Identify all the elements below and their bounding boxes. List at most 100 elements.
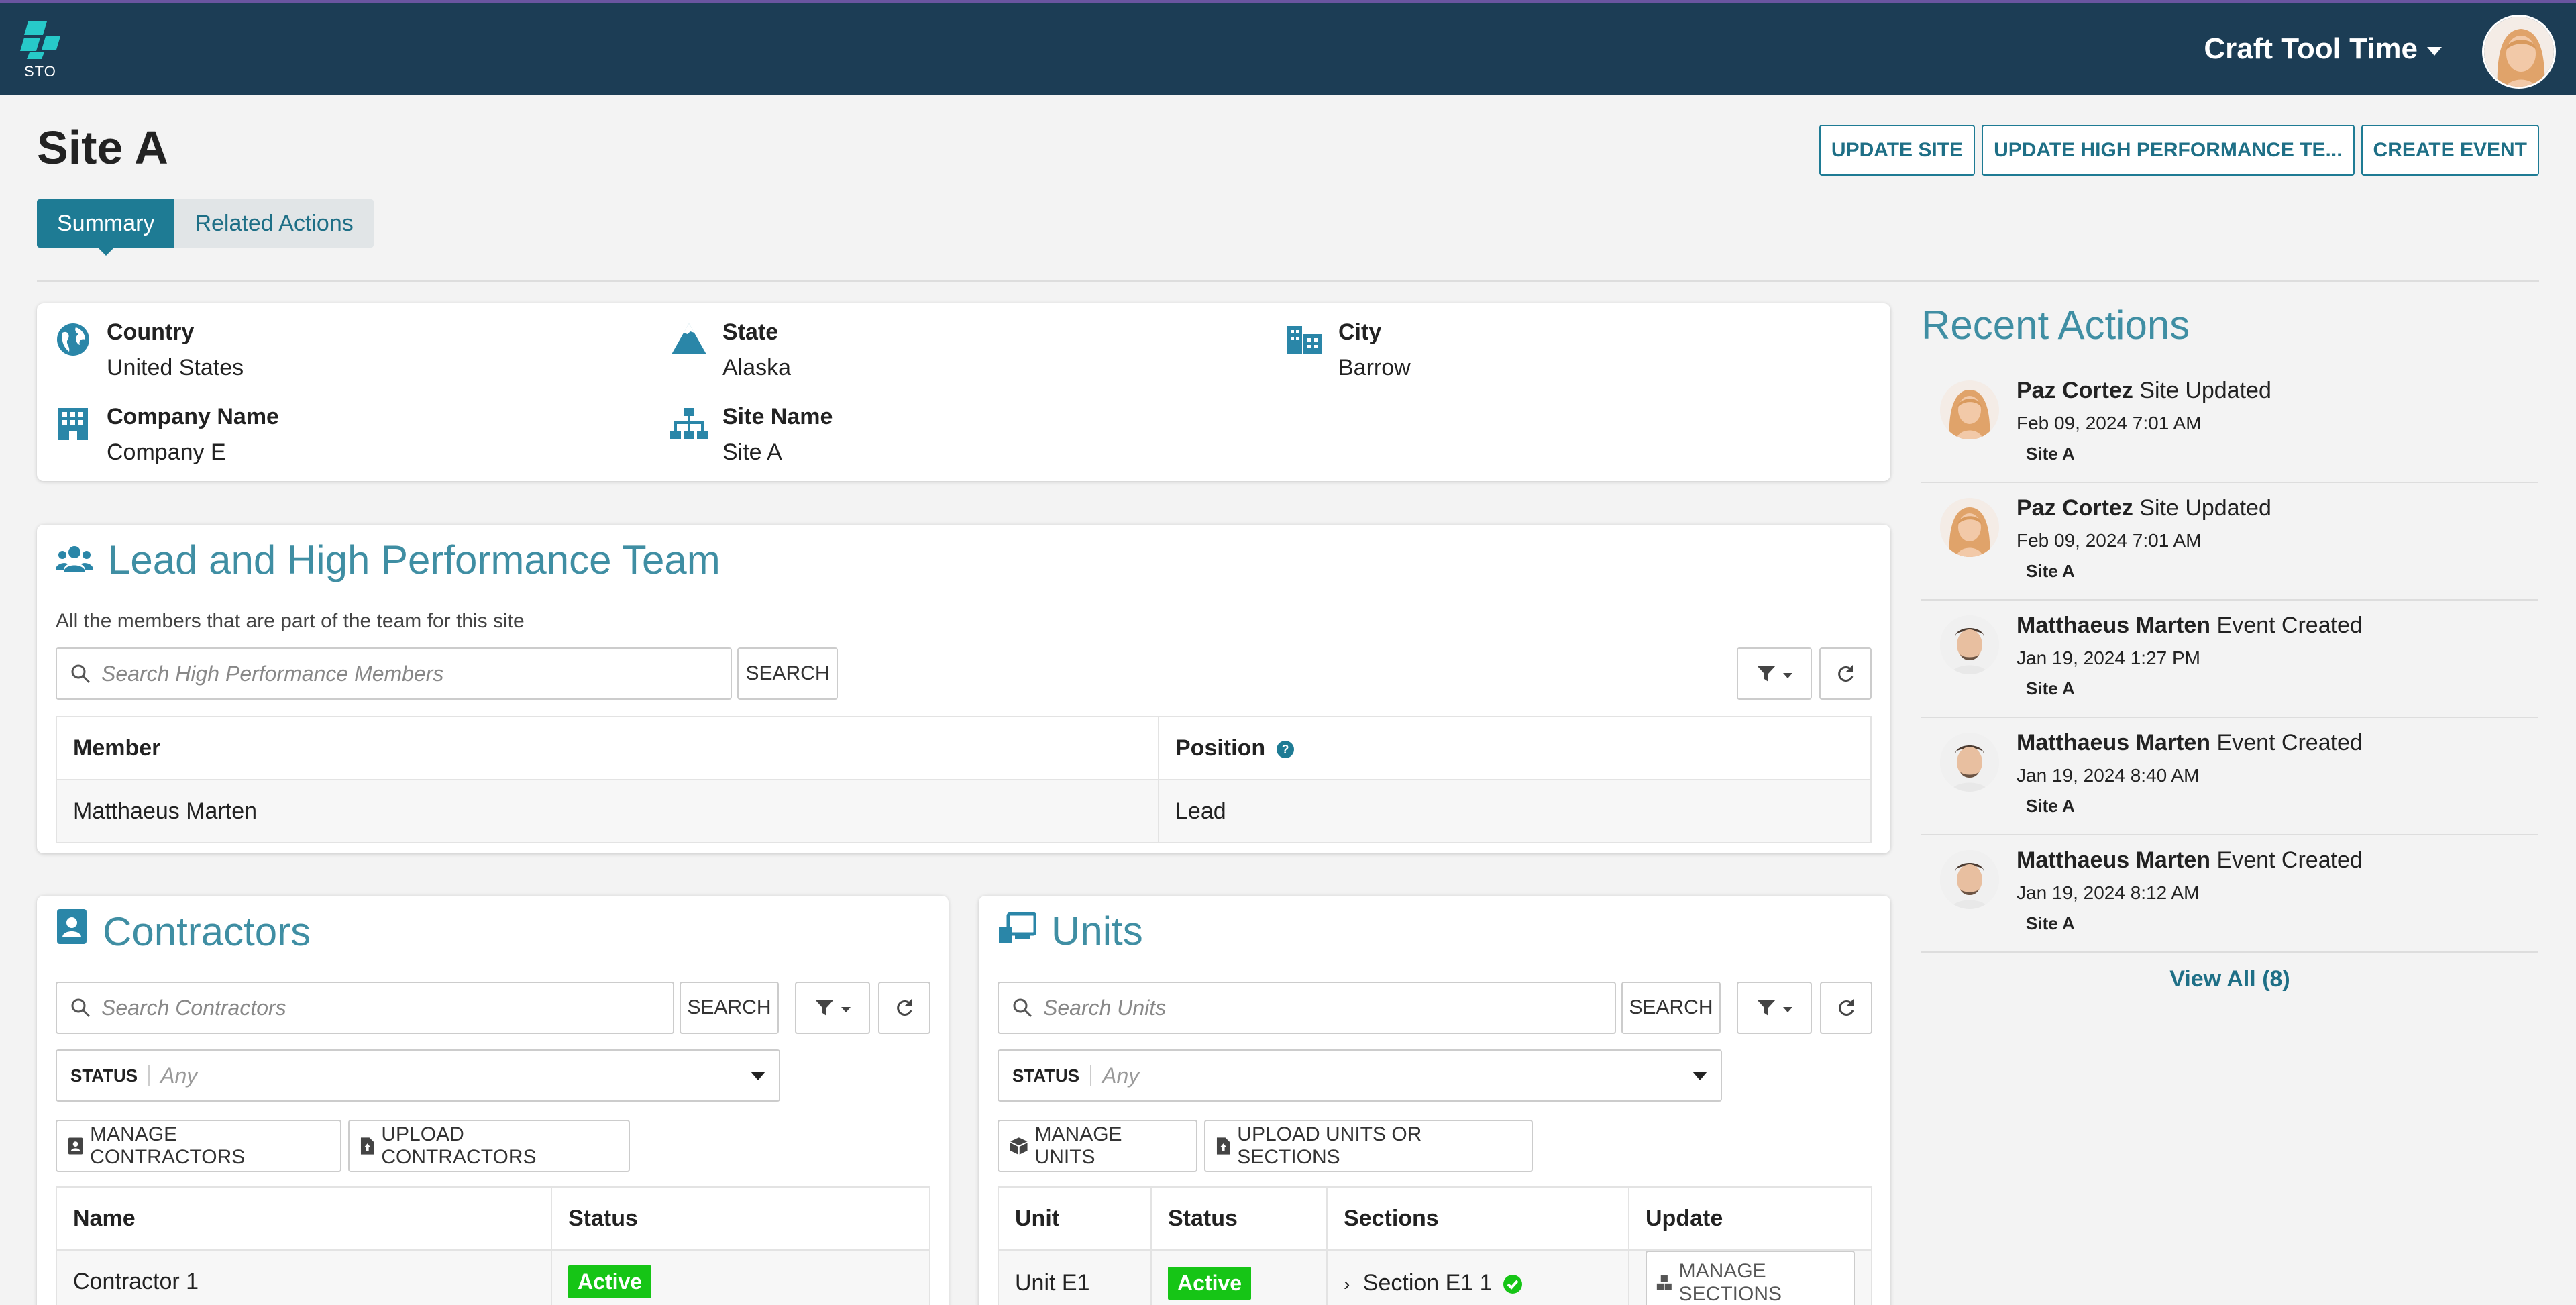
list-item[interactable]: Paz Cortez Site Updated Feb 09, 2024 7:0…	[1921, 483, 2538, 601]
team-search-button[interactable]: SEARCH	[737, 647, 838, 700]
avatar	[1940, 615, 1999, 674]
contractors-refresh-button[interactable]	[878, 982, 930, 1034]
caret-down-icon	[2427, 46, 2442, 56]
team-card: Lead and High Performance Team All the m…	[37, 525, 1890, 853]
contractors-search-placeholder: Search Contractors	[101, 995, 286, 1020]
chevron-down-icon	[1783, 1007, 1792, 1012]
user-menu-label: Craft Tool Time	[2204, 32, 2418, 65]
create-event-button[interactable]: CREATE EVENT	[2361, 125, 2539, 176]
file-upload-icon	[1216, 1137, 1230, 1155]
status-select-value: Any	[1102, 1063, 1140, 1088]
column-header-status[interactable]: Status	[551, 1186, 930, 1251]
action-date: Jan 19, 2024 8:12 AM	[2017, 882, 2200, 903]
action-line: Paz Cortez Site Updated	[2017, 495, 2271, 521]
actor-name[interactable]: Matthaeus Marten	[2017, 613, 2210, 638]
table-row[interactable]: Unit E1 Active › Section E1 1 MANAGE SEC…	[998, 1249, 1872, 1305]
filter-icon	[815, 1000, 834, 1016]
column-header-unit[interactable]: Unit	[998, 1186, 1152, 1251]
tab-related-actions[interactable]: Related Actions	[174, 199, 374, 248]
update-site-button[interactable]: UPDATE SITE	[1819, 125, 1976, 176]
chevron-right-icon[interactable]: ›	[1344, 1273, 1350, 1294]
team-filter-button[interactable]	[1737, 647, 1812, 700]
action-text: Site Updated	[2139, 378, 2271, 403]
action-site[interactable]: Site A	[2026, 678, 2075, 699]
column-header-member[interactable]: Member	[56, 716, 1159, 780]
country-field: Country United States	[54, 319, 244, 381]
status-select-label: STATUS	[70, 1065, 150, 1086]
chevron-down-icon	[841, 1007, 851, 1012]
site-info-card: Country United States State Alaska City …	[37, 303, 1890, 481]
status-badge: Active	[1168, 1266, 1252, 1300]
upload-contractors-button[interactable]: UPLOAD CONTRACTORS	[348, 1120, 630, 1172]
table-header-row: Member Position ?	[56, 716, 1872, 780]
upload-units-button[interactable]: UPLOAD UNITS OR SECTIONS	[1204, 1120, 1533, 1172]
units-search-button[interactable]: SEARCH	[1621, 982, 1721, 1034]
refresh-icon	[1838, 665, 1854, 682]
action-line: Paz Cortez Site Updated	[2017, 378, 2271, 404]
country-value: United States	[107, 355, 244, 380]
actor-name[interactable]: Matthaeus Marten	[2017, 847, 2210, 873]
action-text: Event Created	[2216, 730, 2363, 755]
team-search-placeholder: Search High Performance Members	[101, 661, 444, 686]
contractor-name-cell: Contractor 1	[56, 1249, 552, 1305]
table-header-row: Unit Status Sections Update	[998, 1186, 1872, 1251]
avatar	[1940, 850, 1999, 909]
team-search-input[interactable]: Search High Performance Members	[56, 647, 732, 700]
units-search-input[interactable]: Search Units	[998, 982, 1616, 1034]
user-avatar[interactable]	[2482, 15, 2556, 89]
action-date: Feb 09, 2024 7:01 AM	[2017, 413, 2202, 433]
table-row[interactable]: Contractor 1 Active	[56, 1249, 930, 1305]
refresh-icon	[897, 999, 912, 1016]
state-field: State Alaska	[670, 319, 791, 381]
unit-name-cell: Unit E1	[998, 1249, 1152, 1305]
view-all-link[interactable]: View All (8)	[1921, 966, 2538, 992]
manage-contractors-button[interactable]: MANAGE CONTRACTORS	[56, 1120, 341, 1172]
contractors-search-button[interactable]: SEARCH	[680, 982, 779, 1034]
contractors-table: Name Status Contractor 1 Active	[56, 1186, 930, 1305]
list-item[interactable]: Matthaeus Marten Event Created Jan 19, 2…	[1921, 835, 2538, 953]
action-text: Event Created	[2216, 847, 2363, 873]
action-site[interactable]: Site A	[2026, 796, 2075, 817]
search-icon	[1013, 998, 1032, 1018]
update-high-performance-team-button[interactable]: UPDATE HIGH PERFORMANCE TE...	[1982, 125, 2355, 176]
column-header-name[interactable]: Name	[56, 1186, 552, 1251]
team-refresh-button[interactable]	[1819, 647, 1872, 700]
tab-summary[interactable]: Summary	[37, 199, 175, 256]
manage-units-button[interactable]: MANAGE UNITS	[998, 1120, 1197, 1172]
avatar	[1940, 733, 1999, 792]
file-upload-icon	[360, 1137, 374, 1155]
help-icon[interactable]: ?	[1276, 740, 1295, 759]
team-title-text: Lead and High Performance Team	[108, 537, 720, 582]
search-icon	[71, 998, 91, 1018]
list-item[interactable]: Matthaeus Marten Event Created Jan 19, 2…	[1921, 718, 2538, 835]
units-filter-button[interactable]	[1737, 982, 1812, 1034]
units-status-select[interactable]: STATUS Any	[998, 1049, 1722, 1102]
position-cell: Lead	[1158, 779, 1872, 843]
contractors-search-input[interactable]: Search Contractors	[56, 982, 674, 1034]
status-select-value: Any	[160, 1063, 198, 1088]
actor-name[interactable]: Paz Cortez	[2017, 378, 2133, 403]
column-header-update[interactable]: Update	[1628, 1186, 1872, 1251]
column-header-position[interactable]: Position ?	[1158, 716, 1872, 780]
column-header-status[interactable]: Status	[1150, 1186, 1328, 1251]
manage-sections-label: MANAGE SECTIONS	[1678, 1260, 1782, 1305]
team-table: Member Position ? Matthaeus Marten Lead	[56, 716, 1872, 843]
table-row[interactable]: Matthaeus Marten Lead	[56, 779, 1872, 843]
actor-name[interactable]: Paz Cortez	[2017, 495, 2133, 521]
contractors-card: Contractors Search Contractors SEARCH ST…	[37, 896, 949, 1305]
list-item[interactable]: Paz Cortez Site Updated Feb 09, 2024 7:0…	[1921, 366, 2538, 483]
contractors-status-select[interactable]: STATUS Any	[56, 1049, 780, 1102]
action-site[interactable]: Site A	[2026, 561, 2075, 582]
contractors-filter-button[interactable]	[795, 982, 870, 1034]
action-site[interactable]: Site A	[2026, 913, 2075, 934]
user-menu[interactable]: Craft Tool Time	[2204, 32, 2442, 66]
position-header-label: Position	[1175, 735, 1266, 761]
units-refresh-button[interactable]	[1820, 982, 1872, 1034]
column-header-sections[interactable]: Sections	[1326, 1186, 1629, 1251]
actor-name[interactable]: Matthaeus Marten	[2017, 730, 2210, 755]
manage-sections-button[interactable]: MANAGE SECTIONS	[1646, 1251, 1855, 1305]
site-name-label: Site Name	[722, 404, 833, 429]
action-site[interactable]: Site A	[2026, 443, 2075, 464]
list-item[interactable]: Matthaeus Marten Event Created Jan 19, 2…	[1921, 601, 2538, 718]
team-subtitle: All the members that are part of the tea…	[56, 610, 525, 632]
